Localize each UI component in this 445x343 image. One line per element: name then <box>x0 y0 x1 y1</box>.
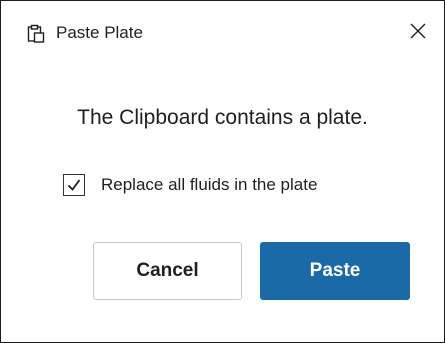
replace-fluids-label[interactable]: Replace all fluids in the plate <box>101 174 317 196</box>
dialog-titlebar: Paste Plate <box>1 1 444 63</box>
checkmark-icon <box>67 179 81 191</box>
close-icon <box>410 23 426 44</box>
paste-plate-dialog: Paste Plate The Clipboard contains a pla… <box>0 0 445 343</box>
replace-fluids-checkbox[interactable] <box>63 174 85 196</box>
cancel-button[interactable]: Cancel <box>93 242 242 300</box>
paste-button[interactable]: Paste <box>260 242 410 300</box>
dialog-title: Paste Plate <box>56 23 143 42</box>
replace-fluids-option[interactable]: Replace all fluids in the plate <box>63 171 317 199</box>
close-button[interactable] <box>400 15 436 51</box>
dialog-message: The Clipboard contains a plate. <box>77 106 368 129</box>
clipboard-paste-icon <box>26 24 46 44</box>
